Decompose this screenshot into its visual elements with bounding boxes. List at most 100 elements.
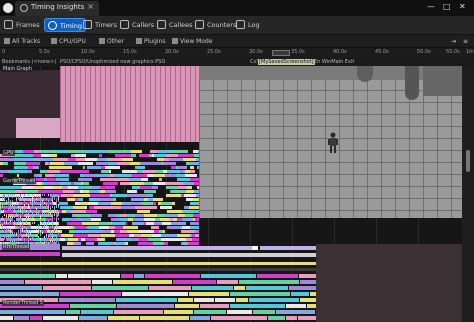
timing-event-bar[interactable] [88, 202, 98, 205]
timing-event-bar[interactable] [56, 236, 57, 238]
timing-event-bar[interactable] [26, 162, 40, 165]
timing-event-bar[interactable] [161, 202, 172, 205]
timing-event-bar[interactable] [39, 150, 48, 153]
timing-event-bar[interactable] [300, 298, 316, 302]
timing-event-bar[interactable] [38, 236, 39, 238]
timing-event-bar[interactable] [20, 238, 21, 240]
timing-event-bar[interactable] [28, 212, 29, 214]
collapse-right-icon[interactable]: ⇥ [451, 36, 456, 47]
timing-event-bar[interactable] [181, 230, 195, 233]
timing-event-bar[interactable] [59, 182, 71, 185]
timing-event-bar[interactable] [257, 274, 298, 278]
timing-event-bar[interactable] [230, 292, 290, 296]
timing-event-bar[interactable] [192, 286, 233, 290]
timing-event-bar[interactable] [184, 194, 196, 197]
timing-event-bar[interactable] [10, 194, 11, 196]
timing-event-bar[interactable] [12, 226, 13, 228]
timing-event-bar[interactable] [130, 182, 144, 185]
timing-event-bar[interactable] [46, 198, 47, 200]
timing-event-bar[interactable] [24, 194, 25, 196]
timing-event-bar[interactable] [46, 214, 47, 216]
timing-event-bar[interactable] [40, 234, 41, 236]
timing-event-bar[interactable] [8, 210, 9, 212]
timing-event-bar[interactable] [4, 214, 5, 216]
timing-event-bar[interactable] [114, 174, 127, 177]
timing-event-bar[interactable] [0, 190, 15, 193]
timing-event-bar[interactable] [176, 174, 185, 177]
timing-event-bar[interactable] [62, 253, 316, 257]
timing-event-bar[interactable] [276, 310, 315, 314]
timing-event-bar[interactable] [215, 298, 235, 302]
timing-event-bar[interactable] [153, 182, 165, 185]
timing-event-bar[interactable] [99, 154, 102, 157]
timing-event-bar[interactable] [153, 174, 165, 177]
timing-event-bar[interactable] [58, 232, 59, 234]
timing-event-bar[interactable] [44, 214, 45, 216]
timing-event-bar[interactable] [32, 238, 33, 240]
timing-event-bar[interactable] [43, 316, 78, 320]
timing-event-bar[interactable] [14, 232, 15, 234]
timing-event-bar[interactable] [116, 238, 125, 241]
timing-event-bar[interactable] [0, 236, 1, 238]
timing-event-bar[interactable] [22, 230, 23, 232]
timing-event-bar[interactable] [74, 182, 81, 185]
timing-event-bar[interactable] [0, 198, 1, 200]
timing-event-bar[interactable] [45, 174, 54, 177]
timing-event-bar[interactable] [10, 200, 11, 202]
timing-event-bar[interactable] [105, 166, 120, 169]
timing-event-bar[interactable] [90, 194, 99, 197]
timing-event-bar[interactable] [6, 236, 7, 238]
timing-event-bar[interactable] [28, 216, 29, 218]
timing-event-bar[interactable] [18, 226, 19, 228]
timing-event-bar[interactable] [30, 316, 42, 320]
timing-event-bar[interactable] [54, 214, 55, 216]
timing-event-bar[interactable] [18, 216, 19, 218]
tab-close-icon[interactable]: × [87, 2, 94, 11]
timing-event-bar[interactable] [140, 162, 155, 165]
timing-event-bar[interactable] [234, 286, 245, 290]
timing-event-bar[interactable] [73, 234, 84, 237]
timing-event-bar[interactable] [15, 190, 23, 193]
timing-event-bar[interactable] [44, 194, 45, 196]
timing-event-bar[interactable] [154, 206, 157, 209]
timing-event-bar[interactable] [195, 234, 199, 237]
timing-event-bar[interactable] [86, 242, 94, 245]
timing-event-bar[interactable] [134, 274, 144, 278]
timing-event-bar[interactable] [53, 158, 68, 161]
timing-event-bar[interactable] [44, 186, 53, 189]
timing-event-bar[interactable] [252, 246, 258, 250]
timing-event-bar[interactable] [33, 186, 44, 189]
timing-event-bar[interactable] [189, 206, 199, 209]
timing-event-bar[interactable] [56, 220, 57, 222]
timing-event-bar[interactable] [127, 194, 141, 197]
timing-event-bar[interactable] [2, 198, 3, 200]
bookmark-screenshot[interactable]: [MySavedScreenshot] [258, 59, 315, 65]
timing-event-bar[interactable] [166, 186, 178, 189]
cpu-gpu-dropdown[interactable]: CPU/GPU [51, 36, 86, 47]
timing-event-bar[interactable] [47, 178, 56, 181]
timing-event-bar[interactable] [167, 234, 177, 237]
timing-event-bar[interactable] [4, 230, 5, 232]
timing-event-bar[interactable] [94, 206, 109, 209]
timing-event-bar[interactable] [79, 316, 107, 320]
timing-event-bar[interactable] [129, 178, 141, 181]
timing-event-bar[interactable] [36, 228, 37, 230]
vertical-scrollbar-thumb[interactable] [466, 150, 470, 172]
timing-event-bar[interactable] [0, 286, 42, 290]
callees-button[interactable]: Callees [157, 18, 193, 32]
timing-event-bar[interactable] [58, 206, 59, 208]
plugins-dropdown[interactable]: Plugins [136, 36, 166, 47]
timing-event-bar[interactable] [22, 212, 23, 214]
timing-event-bar[interactable] [72, 170, 84, 173]
timing-event-bar[interactable] [286, 304, 306, 308]
timing-event-bar[interactable] [289, 286, 316, 290]
timing-event-bar[interactable] [63, 190, 74, 193]
timing-event-bar[interactable] [152, 234, 161, 237]
timing-event-bar[interactable] [139, 238, 148, 241]
timing-event-bar[interactable] [142, 170, 156, 173]
timing-event-bar[interactable] [24, 204, 25, 206]
timing-event-bar[interactable] [260, 246, 316, 250]
timing-event-bar[interactable] [175, 304, 199, 308]
game-thread-track-label[interactable]: GameThread [2, 178, 37, 184]
timing-event-bar[interactable] [2, 210, 3, 212]
